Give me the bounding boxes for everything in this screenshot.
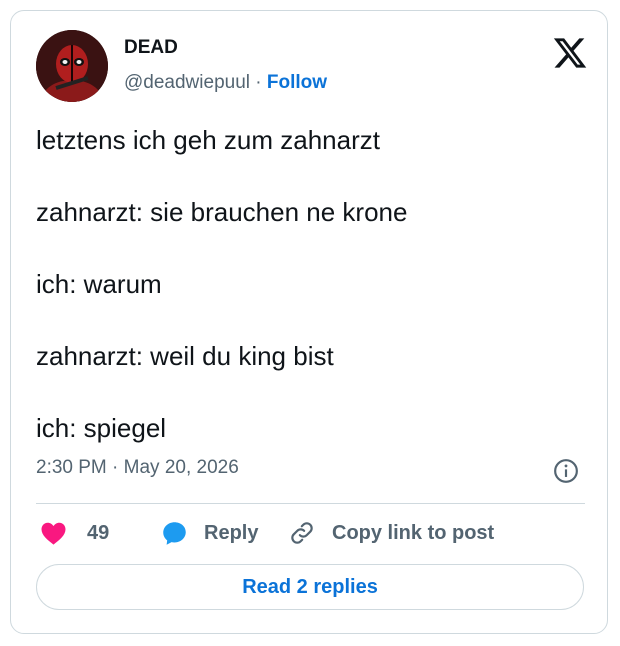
user-handle[interactable]: @deadwiepuul [124,72,250,93]
divider [36,503,585,504]
avatar-image [36,30,108,102]
post-line: ich: spiegel [36,413,167,443]
info-icon[interactable] [553,458,579,484]
reply-label: Reply [204,521,259,544]
like-count: 49 [87,521,110,544]
heart-icon [41,522,66,545]
handle-row: @deadwiepuul · Follow [124,71,327,95]
speech-bubble-icon [163,521,186,545]
display-name[interactable]: DEAD [124,37,178,59]
link-icon [291,522,313,544]
post-line: ich: warum [36,269,162,299]
separator-dot: · [255,72,262,93]
read-replies-button[interactable]: Read 2 replies [36,564,584,610]
post-text: letztens ich geh zum zahnarzt zahnarzt: … [36,122,586,446]
post-line: zahnarzt: sie brauchen ne krone [36,197,408,227]
copy-link-button[interactable]: Copy link to post [289,518,494,548]
post-timestamp[interactable]: 2:30 PM · May 20, 2026 [36,456,239,480]
reply-button[interactable]: Reply [161,518,258,548]
like-button[interactable]: 49 [40,518,109,548]
embedded-post-card: DEAD @deadwiepuul · Follow letztens ich … [10,10,608,634]
post-line: zahnarzt: weil du king bist [36,341,334,371]
avatar[interactable] [36,30,108,102]
follow-button[interactable]: Follow [267,72,327,93]
copy-link-label: Copy link to post [332,521,495,544]
action-bar: 49 Reply Copy link to post [36,518,596,548]
x-logo-icon[interactable] [552,35,588,71]
post-line: letztens ich geh zum zahnarzt [36,125,380,155]
read-replies-label: Read 2 replies [242,575,378,598]
